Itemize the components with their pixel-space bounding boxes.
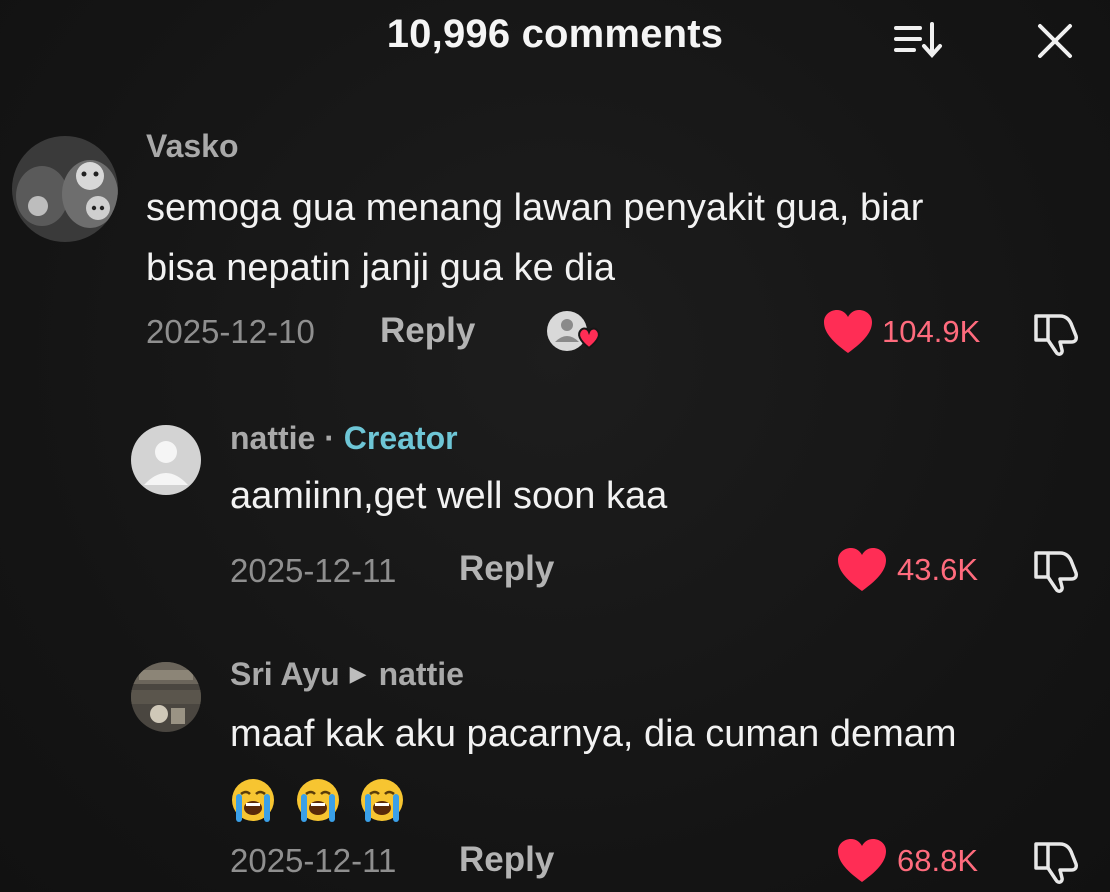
comment-text: semoga gua menang lawan penyakit gua, bi… [146, 178, 923, 298]
loudly-crying-face-icon [232, 778, 274, 822]
comment-date: 2025-12-11 [230, 552, 397, 589]
loudly-crying-face-icon [296, 778, 339, 822]
comment-username-line: Sri Ayu ▶ nattie [230, 656, 464, 693]
reply-to-username[interactable]: nattie [379, 656, 464, 692]
comment-text-line: maaf kak aku pacarnya, dia cuman demam [230, 713, 957, 755]
comment-username[interactable]: Vasko [146, 128, 239, 165]
comment-date: 2025-12-11 [230, 842, 397, 879]
creator-liked-icon [545, 306, 607, 361]
sort-icon[interactable] [890, 14, 950, 64]
reply-button[interactable]: Reply [459, 840, 554, 880]
reply-button[interactable]: Reply [459, 549, 554, 589]
reply-button[interactable]: Reply [380, 311, 475, 351]
close-icon[interactable] [1030, 16, 1080, 66]
comments-panel: 10,996 comments Vasko semoga gua menang … [0, 0, 1110, 892]
dislike-icon[interactable] [1030, 838, 1082, 889]
like-heart-icon[interactable] [836, 838, 888, 889]
comment-text: aamiinn,get well soon kaa [230, 466, 667, 526]
username-separator: · [324, 420, 335, 456]
reply-to-arrow-icon: ▶ [349, 661, 367, 686]
comment-text-line: bisa nepatin janji gua ke dia [146, 247, 616, 289]
like-count: 104.9K [882, 314, 981, 349]
like-heart-icon[interactable] [836, 547, 888, 598]
comment-date: 2025-12-10 [146, 313, 315, 350]
comment-username[interactable]: nattie [230, 420, 315, 456]
comment-text-line: semoga gua menang lawan penyakit gua, bi… [146, 187, 924, 229]
like-heart-icon[interactable] [822, 309, 874, 360]
comment-text-line: aamiinn,get well soon kaa [230, 475, 668, 517]
like-count: 43.6K [897, 552, 979, 587]
creator-badge: Creator [343, 420, 458, 456]
loudly-crying-face-icon [361, 778, 404, 822]
comment-text: maaf kak aku pacarnya, dia cuman demam [230, 704, 957, 828]
avatar[interactable] [131, 425, 201, 495]
dislike-icon[interactable] [1030, 310, 1082, 361]
avatar[interactable] [12, 136, 118, 242]
comment-username-line: nattie · Creator [230, 420, 458, 457]
avatar[interactable] [131, 662, 201, 732]
comment-emoji-line [230, 764, 957, 828]
like-count: 68.8K [897, 843, 979, 878]
dislike-icon[interactable] [1030, 547, 1082, 598]
comment-username[interactable]: Sri Ayu [230, 656, 340, 692]
